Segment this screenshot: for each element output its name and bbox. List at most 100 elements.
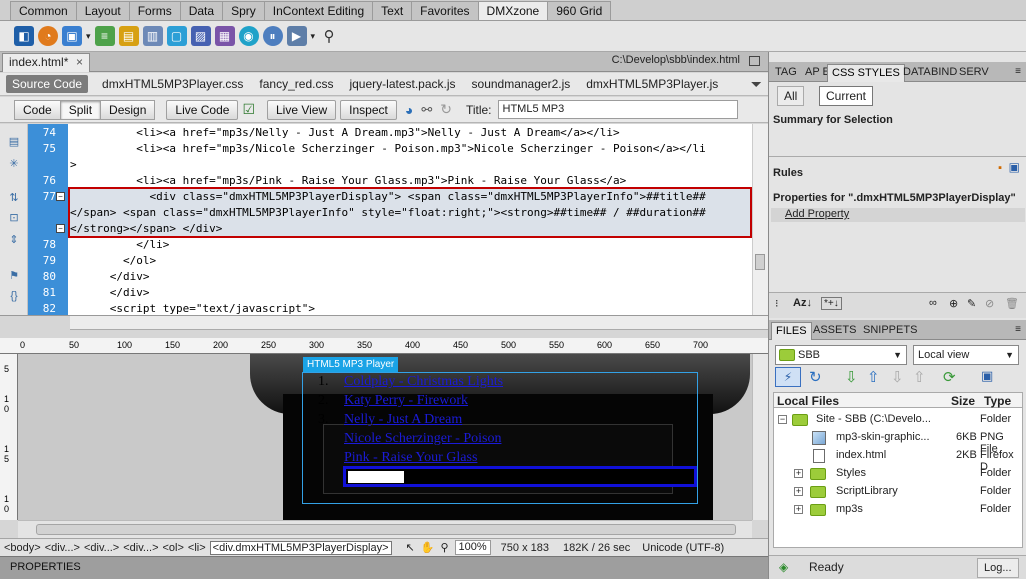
add-property-link[interactable]: Add Property: [785, 208, 849, 220]
apply-comment-icon[interactable]: {}: [7, 290, 21, 302]
window-size[interactable]: 750 x 183: [501, 542, 549, 554]
code-view-button[interactable]: Code: [14, 99, 61, 120]
collapse-icon[interactable]: −: [778, 415, 787, 424]
collapse-tag-icon[interactable]: ✳: [7, 158, 21, 170]
disable-icon[interactable]: ⊘: [985, 297, 994, 310]
hand-tool-icon[interactable]: ✋: [421, 541, 435, 554]
player-display-selected[interactable]: [343, 466, 697, 487]
design-view[interactable]: HTML5 MP3 Player 1. 2. 3. Coldplay - Chr…: [18, 354, 752, 520]
flash-icon[interactable]: ◔: [38, 26, 58, 46]
expand-icon[interactable]: +: [794, 505, 803, 514]
split-view-button[interactable]: Split: [59, 99, 102, 120]
checkout-icon[interactable]: ⇩: [891, 368, 904, 386]
get-files-icon[interactable]: ⇩: [845, 368, 858, 386]
layers-icon[interactable]: ≡: [94, 26, 115, 46]
pointer-tool-icon[interactable]: ↖: [406, 541, 415, 554]
set-properties-icon[interactable]: *+↓: [821, 297, 842, 310]
refresh-icon[interactable]: ↻: [440, 101, 452, 118]
pause-icon[interactable]: ⏸: [262, 26, 283, 46]
picture-icon[interactable]: ▨: [190, 26, 211, 46]
search-icon[interactable]: ⚲: [319, 26, 339, 46]
playlist-link[interactable]: Nelly - Just A Dream: [344, 412, 462, 428]
tab-tag[interactable]: TAG: [771, 64, 801, 82]
tag-crumb[interactable]: <div...>: [123, 542, 158, 554]
insert-tab-960grid[interactable]: 960 Grid: [547, 1, 612, 20]
code-horizontal-scrollbar[interactable]: [70, 316, 768, 330]
filter-icon[interactable]: ⏷: [751, 76, 762, 93]
css-current-button[interactable]: Current: [819, 86, 874, 106]
properties-panel-header[interactable]: PROPERTIES: [0, 556, 768, 579]
tag-crumb-current[interactable]: <div.dmxHTML5MP3PlayerDisplay>: [209, 540, 392, 555]
media-icon[interactable]: ▣: [62, 26, 82, 46]
dmx-logo-icon[interactable]: ◧: [14, 26, 34, 46]
related-file-2[interactable]: fancy_red.css: [251, 77, 341, 91]
insert-tab-incontext[interactable]: InContext Editing: [263, 1, 374, 20]
playlist-link[interactable]: Nicole Scherzinger - Poison: [344, 431, 501, 447]
panel-menu-icon[interactable]: ≡: [1015, 66, 1021, 77]
attach-stylesheet-icon[interactable]: ∞: [929, 297, 937, 309]
close-icon[interactable]: ×: [76, 54, 83, 71]
balance-braces-icon[interactable]: ⇕: [7, 234, 21, 246]
check-page-icon[interactable]: ☑: [242, 101, 255, 118]
zoom-tool-icon[interactable]: ⚲: [440, 541, 448, 554]
document-icon[interactable]: ▥: [142, 26, 163, 46]
expand-panel-icon[interactable]: ▣: [981, 368, 993, 384]
show-cascade-icon[interactable]: ▣: [1009, 160, 1020, 174]
tag-crumb[interactable]: <body>: [4, 542, 41, 554]
scroll-thumb[interactable]: [36, 524, 736, 535]
design-view-button[interactable]: Design: [100, 99, 156, 120]
highlight-invalid-icon[interactable]: ⚑: [7, 270, 21, 282]
insert-tab-dmxzone[interactable]: DMXzone: [477, 1, 549, 20]
code-vertical-scrollbar[interactable]: [752, 124, 768, 315]
put-files-icon[interactable]: ⇧: [867, 368, 880, 386]
insert-tab-common[interactable]: Common: [10, 1, 77, 20]
expand-all-icon[interactable]: ⇅: [7, 192, 21, 204]
related-file-5[interactable]: dmxHTML5MP3Player.js: [578, 77, 726, 91]
edit-rule-icon[interactable]: ✎: [967, 297, 976, 310]
source-code-button[interactable]: Source Code: [6, 75, 89, 93]
zoom-select[interactable]: 100%: [454, 540, 491, 555]
insert-tab-layout[interactable]: Layout: [75, 1, 130, 20]
select-parent-tag-icon[interactable]: ⊡: [7, 212, 21, 224]
design-horizontal-scrollbar[interactable]: [18, 520, 752, 538]
tag-crumb[interactable]: <div...>: [84, 542, 119, 554]
refresh-icon[interactable]: ↻: [809, 368, 822, 386]
insert-tab-spry[interactable]: Spry: [222, 1, 265, 20]
connect-icon[interactable]: ⚡: [775, 367, 801, 387]
player-label[interactable]: HTML5 MP3 Player: [303, 357, 399, 372]
live-code-button[interactable]: Live Code: [166, 99, 239, 120]
inspect-button[interactable]: Inspect: [340, 99, 397, 120]
table-row[interactable]: − Site - SBB (C:\Develo... Folder: [774, 411, 1022, 429]
scroll-thumb[interactable]: [755, 254, 765, 270]
dropdown-arrow-icon[interactable]: ▾: [86, 31, 91, 42]
playlist-link[interactable]: Coldplay - Christmas Lights: [344, 374, 503, 390]
checkin-icon[interactable]: ⇧: [913, 368, 926, 386]
log-button[interactable]: Log...: [977, 558, 1019, 578]
browser-preview-icon[interactable]: ◕: [405, 102, 413, 118]
table-row[interactable]: index.html 2KB Firefox D: [774, 447, 1022, 473]
panel-icon[interactable]: ▢: [166, 26, 187, 46]
playlist-link[interactable]: Katy Perry - Firework: [344, 393, 468, 409]
related-file-1[interactable]: dmxHTML5MP3Player.css: [94, 77, 251, 91]
live-view-button[interactable]: Live View: [267, 99, 337, 120]
category-view-icon[interactable]: ⁝: [775, 297, 779, 310]
tab-snippets[interactable]: SNIPPETS: [859, 322, 921, 340]
related-file-3[interactable]: jquery-latest.pack.js: [341, 77, 463, 91]
tab-css-styles[interactable]: CSS STYLES: [827, 64, 905, 82]
new-rule-icon[interactable]: ⊕: [949, 297, 958, 310]
table-row[interactable]: + ScriptLibrary Folder: [774, 483, 1022, 501]
document-tab[interactable]: index.html* ×: [2, 53, 90, 72]
tab-files[interactable]: FILES: [771, 322, 812, 340]
col-size[interactable]: Size: [951, 394, 975, 408]
insert-tab-favorites[interactable]: Favorites: [411, 1, 479, 20]
tab-assets[interactable]: ASSETS: [809, 322, 860, 340]
title-input[interactable]: HTML5 MP3: [497, 100, 738, 119]
site-select[interactable]: SBB ▼: [775, 345, 907, 365]
expand-icon[interactable]: +: [794, 469, 803, 478]
table-row[interactable]: + Styles Folder: [774, 465, 1022, 483]
slideshow-icon[interactable]: ▦: [214, 26, 235, 46]
table-row[interactable]: + mp3s Folder: [774, 501, 1022, 519]
design-vertical-scrollbar[interactable]: [752, 354, 768, 520]
tag-crumb[interactable]: <ol>: [163, 542, 184, 554]
insert-tab-forms[interactable]: Forms: [128, 1, 181, 20]
